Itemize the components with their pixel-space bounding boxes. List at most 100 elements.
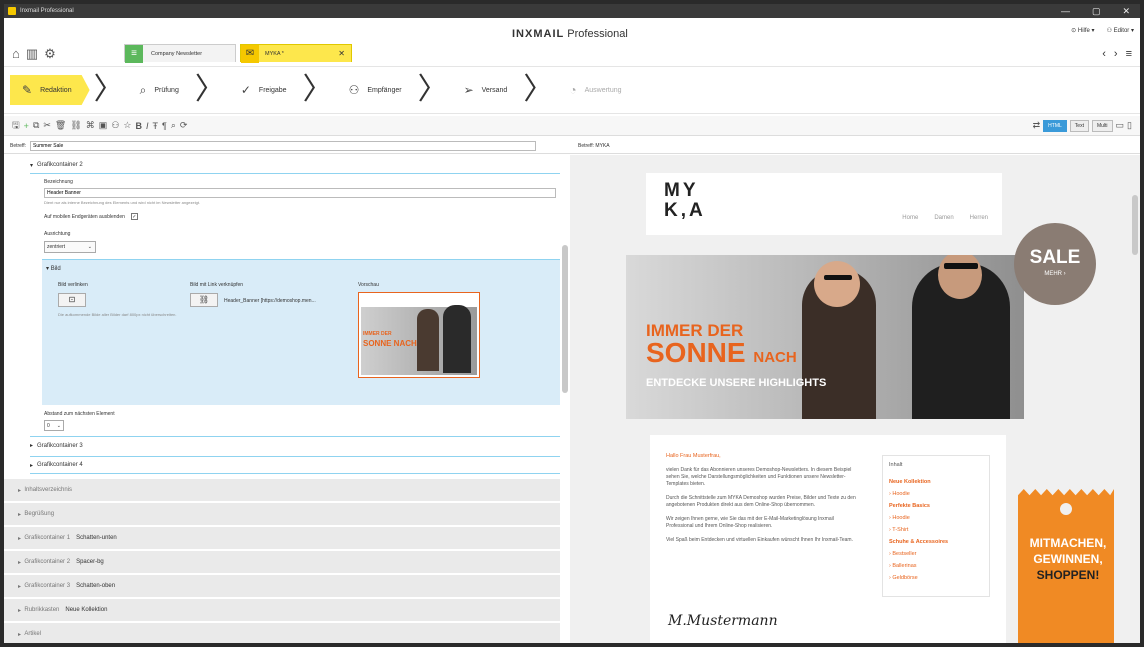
toc-item[interactable]: › Ballerinas [889,560,983,572]
abstand-select[interactable]: 0 ⌄ [44,420,64,431]
toc-title: Inhalt [889,462,903,468]
save-icon[interactable]: 🖫 [12,118,20,134]
user-menu[interactable]: ⚇ Editor ▾ [1107,27,1134,34]
section-grafikcontainer-3[interactable]: ▸ Grafikcontainer 3 Schatten-oben [4,575,560,598]
brand-logo: INXMAIL Professional [512,28,628,40]
editor-scrollbar[interactable] [562,245,568,393]
nav-home-link[interactable]: Home [902,215,918,221]
nav-damen-link[interactable]: Damen [934,215,953,221]
bookmark-icon[interactable]: ☆ [123,120,131,131]
cut-icon[interactable]: ✂ [43,120,51,131]
promo-banner[interactable]: MITMACHEN, GEWINNEN, SHOPPEN! [1018,489,1114,643]
hero-banner[interactable]: IMMER DER SONNE NACH ENTDECKE UNSERE HIG… [626,255,1024,419]
mobile-hide-checkbox[interactable]: ✓ [130,213,138,220]
desktop-preview-icon[interactable]: ▭ [1116,120,1125,131]
tab-myka[interactable]: ✉ MYKA * ✕ [240,44,352,63]
subject-bar: Betreff: Betreff: MYKA [4,138,1140,154]
close-window-button[interactable]: ✕ [1122,6,1130,17]
bold-icon[interactable]: B [135,121,142,131]
bild-mit-link-value: Header_Banner [https://demoshop.men... [224,298,316,304]
grafikcontainer-2-header[interactable]: ▾ Grafikcontainer 2 [30,157,560,174]
step-redaktion[interactable]: ✎ Redaktion [10,75,90,105]
step-versand[interactable]: ➢ Versand [452,75,520,105]
check-icon: ✓ [240,83,251,97]
italic-icon[interactable]: I [146,121,149,131]
newsletter-body: Hallo Frau Musterfrau, vielen Dank für d… [650,435,1006,643]
tab-company-newsletter[interactable]: ≡ Company Newsletter [124,44,236,63]
image-picker-button[interactable]: ⊡ [58,293,86,307]
envelope-icon: ✉ [241,44,259,63]
preview-scrollbar[interactable] [1132,195,1138,255]
copy-icon[interactable]: ⧉ [33,120,39,131]
mobile-hide-label: Auf mobilen Endgeräten ausblenden [44,213,125,220]
section-grafikcontainer-1[interactable]: ▸ Grafikcontainer 1 Schatten-unten [4,527,560,550]
settings-gear-icon[interactable]: ⚙ [44,46,56,62]
toc-item[interactable]: Schuhe & Accessoires [889,536,983,548]
toc-item[interactable]: Neue Kollektion [889,476,983,488]
toc-item[interactable]: › Bestseller [889,548,983,560]
toc-item[interactable]: › Hoodie [889,512,983,524]
section-artikel[interactable]: ▸ Artikel [4,623,560,643]
signature: M.Mustermann [668,613,778,629]
preview-subject-value: MYKA [595,142,610,149]
bild-link-label: Bild verlinken [58,282,88,288]
bezeichnung-label: Bezeichnung [44,179,73,185]
delete-icon[interactable]: 🗑 [55,120,66,131]
toc-item[interactable]: › Hoodie [889,488,983,500]
toc-item[interactable]: Perfekte Basics [889,500,983,512]
step-empfaenger[interactable]: ⚇ Empfänger [337,75,414,105]
help-menu[interactable]: ⊙ Hilfe ▾ [1071,27,1094,34]
menu-icon[interactable]: ≡ [1126,48,1132,60]
close-tab-icon[interactable]: ✕ [338,49,345,58]
bezeichnung-input[interactable] [44,188,556,198]
subject-input[interactable] [30,140,537,151]
strike-icon[interactable]: Ŧ [152,121,158,131]
section-begruessung[interactable]: ▸ Begrüßung [4,503,560,526]
image-icon[interactable]: ▣ [99,120,108,131]
mode-multi-button[interactable]: Multi [1091,119,1113,132]
toc-box: Inhalt Neue Kollektion › Hoodie Perfekte B… [882,455,990,597]
section-rubrikkasten[interactable]: ▸ Rubrikkasten Neue Kollektion [4,599,560,622]
sale-badge[interactable]: SALE MEHR › [1014,223,1096,305]
title-bar: Inxmail Professional — ▢ ✕ [4,4,1140,18]
grafikcontainer-3-header[interactable]: ▸ Grafikcontainer 3 [30,436,560,454]
back-nav-icon[interactable]: ‹ [1102,48,1106,60]
mode-text-button[interactable]: Text [1069,119,1089,132]
maximize-button[interactable]: ▢ [1092,6,1101,17]
nav-herren-link[interactable]: Herren [970,215,988,221]
reports-icon[interactable]: ▥ [26,46,38,62]
attach-icon[interactable]: ⌘ [86,120,95,131]
minimize-button[interactable]: — [1061,6,1070,17]
alignment-select[interactable]: zentriert ⌄ [44,241,96,253]
step-freigabe[interactable]: ✓ Freigabe [229,75,299,105]
bezeichnung-hint: Dient nur als interne Bezeichnung des El… [44,200,201,205]
step-pruefung[interactable]: ⌕ Prüfung [128,75,191,105]
preview-panel: MY K,A Home Damen Herren IMMER DER SONNE … [570,155,1140,643]
link-picker-button[interactable]: ⛓ [190,293,218,307]
add-icon[interactable]: + [24,121,29,131]
responsive-icon[interactable]: ⇄ [1033,120,1041,131]
section-grafikcontainer-2[interactable]: ▸ Grafikcontainer 2 Spacer-bg [4,551,560,574]
bild-header[interactable]: ▾ Bild [46,265,61,272]
user-icon[interactable]: ⚇ [111,120,119,131]
toc-item[interactable]: › Geldbörse [889,572,983,584]
bild-mit-link-label: Bild mit Link verknüpfen [190,282,244,288]
mobile-preview-icon[interactable]: ▯ [1127,120,1132,131]
refresh-icon[interactable]: ⟳ [180,120,188,131]
workflow-bar: ✎ Redaktion 〉 ⌕ Prüfung 〉 ✓ Freigabe 〉 ⚇ Emp… [4,66,1140,114]
window-title: Inxmail Professional [20,8,74,14]
section-inhaltsverzeichnis[interactable]: ▸ Inhaltsverzeichnis [4,479,560,502]
paragraph-icon[interactable]: ¶ [162,121,167,131]
link-icon[interactable]: ⛓ [70,120,81,131]
app-window: Inxmail Professional — ▢ ✕ INXMAIL Profe… [4,4,1140,643]
promo-line-3: SHOPPEN! [1036,568,1100,582]
mode-html-button[interactable]: HTML [1043,119,1067,132]
send-icon: ➢ [463,83,474,97]
abstand-label: Abstand zum nächsten Element [44,411,115,417]
forward-nav-icon[interactable]: › [1114,48,1118,60]
toc-item[interactable]: › T-Shirt [889,524,983,536]
home-icon[interactable]: ⌂ [12,46,20,62]
grafikcontainer-4-header[interactable]: ▸ Grafikcontainer 4 [30,456,560,474]
find-icon[interactable]: ⌕ [171,120,176,131]
app-header: INXMAIL Professional ⊙ Hilfe ▾ ⚇ Editor … [4,18,1140,66]
